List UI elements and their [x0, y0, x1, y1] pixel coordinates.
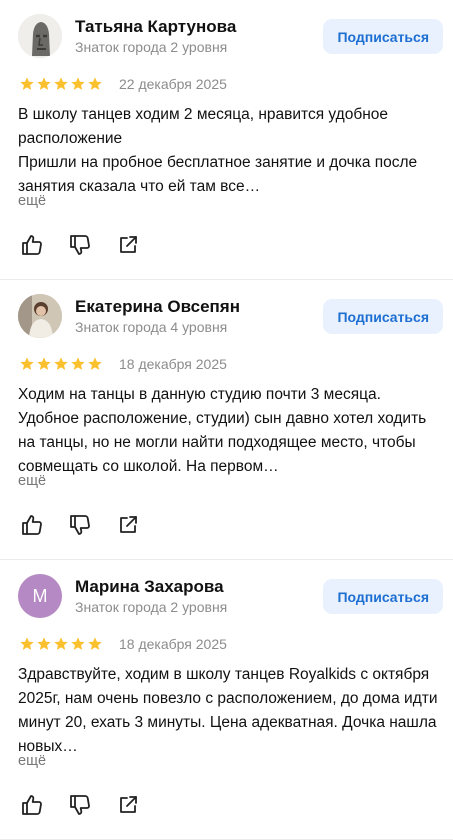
star-icon — [71, 77, 85, 90]
more-link[interactable]: ещё — [18, 193, 46, 209]
star-icon — [37, 357, 51, 370]
like-icon[interactable] — [20, 793, 44, 817]
star-icon — [20, 357, 34, 370]
subscribe-button[interactable]: Подписаться — [323, 19, 443, 54]
share-icon[interactable] — [116, 513, 140, 537]
more-link[interactable]: ещё — [18, 753, 46, 769]
subscribe-button[interactable]: Подписаться — [323, 579, 443, 614]
author-name[interactable]: Татьяна Картунова — [75, 17, 236, 37]
star-icon — [54, 357, 68, 370]
avatar-photo-image — [18, 294, 62, 338]
review-date: 18 декабря 2025 — [119, 636, 227, 652]
review-text: В школу танцев ходим 2 месяца, нравится … — [18, 106, 418, 195]
review-date: 22 декабря 2025 — [119, 76, 227, 92]
review-actions — [20, 233, 164, 257]
author-name[interactable]: Марина Захарова — [75, 577, 224, 597]
star-icon — [54, 77, 68, 90]
review-text: Здравствуйте, ходим в школу танцев Royal… — [18, 666, 438, 755]
review-actions — [20, 513, 164, 537]
like-icon[interactable] — [20, 233, 44, 257]
star-icon — [20, 77, 34, 90]
review-card: Татьяна Картунова Знаток города 2 уровня… — [0, 0, 453, 280]
avatar-statue-image — [18, 14, 62, 58]
dislike-icon[interactable] — [68, 513, 92, 537]
like-icon[interactable] — [20, 513, 44, 537]
subscribe-button[interactable]: Подписаться — [323, 299, 443, 334]
star-icon — [37, 637, 51, 650]
avatar[interactable] — [18, 14, 62, 58]
star-icon — [20, 637, 34, 650]
rating-stars — [19, 636, 103, 652]
more-link[interactable]: ещё — [18, 473, 46, 489]
review-card: М Марина Захарова Знаток города 2 уровня… — [0, 560, 453, 840]
author-level: Знаток города 2 уровня — [75, 599, 228, 615]
share-icon[interactable] — [116, 233, 140, 257]
review-date: 18 декабря 2025 — [119, 356, 227, 372]
star-icon — [71, 357, 85, 370]
star-icon — [88, 357, 102, 370]
author-level: Знаток города 2 уровня — [75, 39, 228, 55]
dislike-icon[interactable] — [68, 233, 92, 257]
rating-stars — [19, 356, 103, 372]
star-icon — [88, 77, 102, 90]
avatar[interactable] — [18, 294, 62, 338]
review-text: Ходим на танцы в данную студию почти 3 м… — [18, 386, 427, 475]
review-actions — [20, 793, 164, 817]
star-icon — [54, 637, 68, 650]
avatar-letter: М — [32, 585, 48, 606]
star-icon — [71, 637, 85, 650]
review-card: Екатерина Овсепян Знаток города 4 уровня… — [0, 280, 453, 560]
avatar[interactable]: М — [18, 574, 62, 618]
author-name[interactable]: Екатерина Овсепян — [75, 297, 240, 317]
author-level: Знаток города 4 уровня — [75, 319, 228, 335]
star-icon — [88, 637, 102, 650]
rating-stars — [19, 76, 103, 92]
star-icon — [37, 77, 51, 90]
dislike-icon[interactable] — [68, 793, 92, 817]
share-icon[interactable] — [116, 793, 140, 817]
